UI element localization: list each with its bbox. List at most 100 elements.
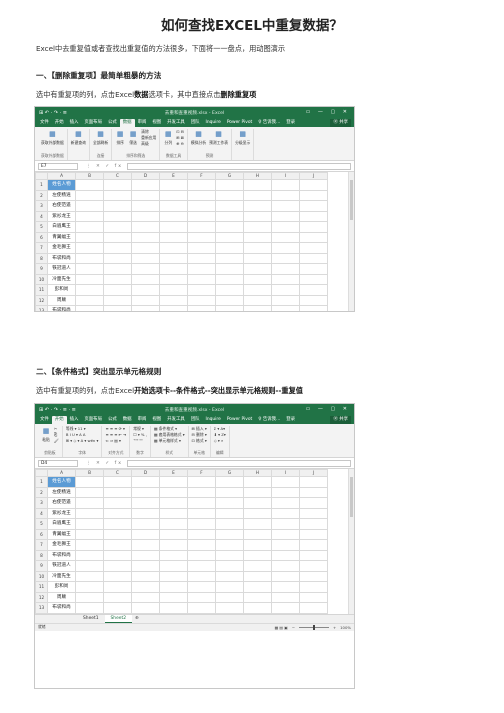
tab-5[interactable]: 数据 [120, 416, 135, 424]
cell[interactable] [75, 539, 104, 551]
cell[interactable] [243, 497, 272, 509]
row-header[interactable]: 9 [35, 263, 48, 275]
cell-a[interactable]: 紫衫龙王 [47, 507, 76, 519]
cell[interactable] [159, 294, 188, 306]
cell[interactable] [215, 263, 244, 275]
cell[interactable] [159, 560, 188, 572]
cell[interactable] [159, 581, 188, 593]
cell[interactable] [159, 242, 188, 254]
cell-a[interactable]: 周颠 [47, 591, 76, 603]
cell[interactable] [271, 189, 300, 201]
cell[interactable] [271, 221, 300, 233]
tab-9[interactable]: 团队 [188, 119, 203, 127]
ribbon-button[interactable]: ▦ 分列 [163, 129, 173, 146]
cell[interactable] [159, 476, 188, 488]
tab-13[interactable]: 登录 [283, 119, 298, 127]
row-header[interactable]: 7 [35, 242, 48, 254]
cell[interactable] [299, 560, 328, 572]
cell[interactable] [103, 549, 132, 561]
ribbon-small-button[interactable]: ⊕ ⊖ [176, 141, 184, 147]
formula-buttons[interactable]: ⋮ ✕ ✓ fx [86, 164, 123, 169]
ribbon-button[interactable]: ▦ 预测工作表 [209, 129, 228, 146]
cell[interactable] [131, 273, 160, 285]
cell[interactable] [187, 179, 216, 191]
cell[interactable] [215, 294, 244, 306]
cell[interactable] [103, 200, 132, 212]
cell[interactable] [271, 273, 300, 285]
row-header[interactable]: 6 [35, 528, 48, 540]
cell-a[interactable]: 布袋和尚 [47, 549, 76, 561]
row-header[interactable]: 8 [35, 252, 48, 264]
cell[interactable] [299, 528, 328, 540]
cell[interactable] [159, 549, 188, 561]
cell[interactable] [299, 602, 328, 614]
tab-1[interactable]: 开始 [51, 416, 67, 424]
cell[interactable] [215, 602, 244, 614]
cell[interactable] [75, 294, 104, 306]
cell-a[interactable]: 青翼蝠王 [47, 528, 76, 540]
cell[interactable] [103, 305, 132, 311]
name-box[interactable]: D4 [38, 459, 78, 467]
cell[interactable] [159, 210, 188, 222]
row-header[interactable]: 6 [35, 231, 48, 243]
tab-3[interactable]: 页面布局 [81, 416, 105, 424]
cell[interactable] [243, 200, 272, 212]
cell-a[interactable]: 青翼蝠王 [47, 231, 76, 243]
formula-input[interactable] [127, 162, 351, 170]
cell[interactable] [75, 200, 104, 212]
cell[interactable] [187, 231, 216, 243]
cell[interactable] [131, 242, 160, 254]
ribbon-button[interactable]: ▦ 模拟分析 [191, 129, 206, 146]
cell-a[interactable]: 金毛狮王 [47, 539, 76, 551]
cell[interactable] [271, 179, 300, 191]
ribbon-button[interactable]: ▦ 获取外部数据 [41, 129, 64, 146]
cell[interactable] [215, 560, 244, 572]
cell[interactable] [159, 570, 188, 582]
cell-a[interactable]: 右使范遥 [47, 200, 76, 212]
cell[interactable] [215, 200, 244, 212]
vertical-scrollbar[interactable] [348, 469, 354, 614]
row-header[interactable]: 4 [35, 507, 48, 519]
column-header[interactable]: E [159, 469, 188, 477]
tab-10[interactable]: Inquire [203, 416, 224, 424]
tab-7[interactable]: 视图 [149, 416, 164, 424]
cell[interactable] [159, 486, 188, 498]
zoom-out-button[interactable]: − [292, 625, 295, 630]
cell[interactable] [103, 210, 132, 222]
cell[interactable] [215, 539, 244, 551]
tab-14[interactable]: Ⓡ 共享 [330, 416, 351, 424]
cell[interactable] [243, 294, 272, 306]
cell[interactable] [131, 284, 160, 296]
cell[interactable] [187, 497, 216, 509]
cell-a[interactable]: 彭和尚 [47, 581, 76, 593]
tab-2[interactable]: 插入 [67, 416, 82, 424]
sheet-tab[interactable]: Sheet2 [104, 614, 132, 623]
column-header[interactable]: F [187, 172, 216, 180]
cell[interactable] [187, 273, 216, 285]
cell[interactable] [187, 528, 216, 540]
cell[interactable] [299, 294, 328, 306]
cell[interactable] [299, 570, 328, 582]
cell[interactable] [103, 518, 132, 530]
tab-7[interactable]: 视图 [149, 119, 164, 127]
cell[interactable] [271, 305, 300, 311]
ribbon-button[interactable]: ▦ 粘贴 [41, 426, 51, 443]
cell-a[interactable]: 姓名人物 [47, 476, 76, 488]
window-controls[interactable]: ▭ — ▢ ✕ [306, 109, 350, 115]
cell-a[interactable]: 铁冠道人 [47, 263, 76, 275]
cell[interactable] [131, 560, 160, 572]
cell[interactable] [103, 528, 132, 540]
row-header[interactable]: 13 [35, 305, 48, 311]
tab-1[interactable]: 开始 [52, 119, 67, 127]
cell-a[interactable]: 布袋和尚 [47, 305, 76, 311]
cell[interactable] [299, 507, 328, 519]
cell-a[interactable]: 冷面先生 [47, 570, 76, 582]
cell[interactable] [299, 210, 328, 222]
cell[interactable] [159, 263, 188, 275]
column-header[interactable]: B [75, 469, 104, 477]
tab-12[interactable]: ♀ 告诉我... [255, 416, 283, 424]
cell[interactable] [215, 486, 244, 498]
ribbon-small-button[interactable]: ⊞ ▾ ◇ ▾ A ▾ wén ▾ [66, 438, 99, 444]
cell[interactable] [103, 294, 132, 306]
ribbon-button[interactable]: ▦ 排序 [115, 129, 125, 146]
